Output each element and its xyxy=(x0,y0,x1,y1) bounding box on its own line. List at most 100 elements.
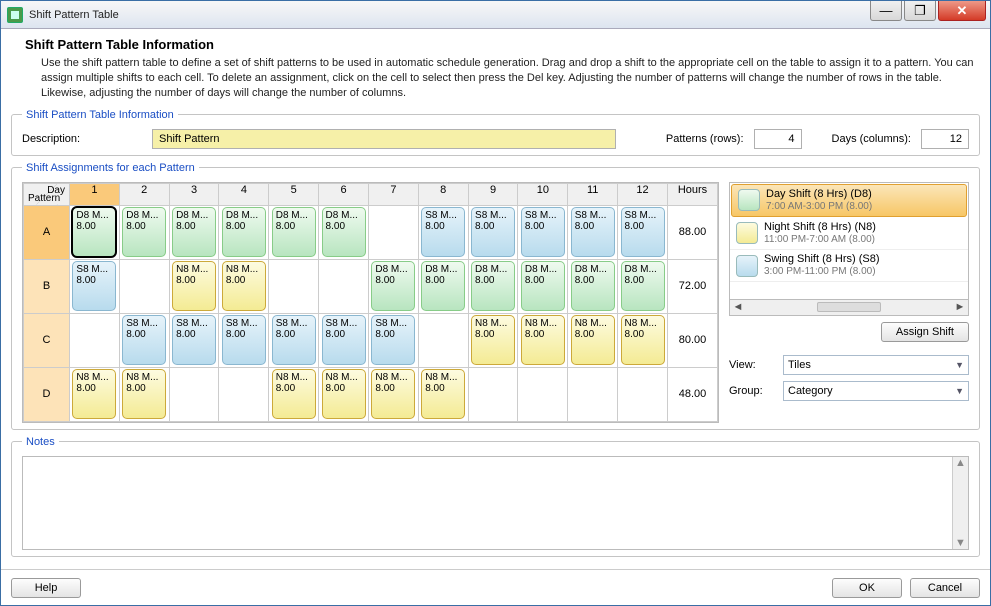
shift-palette[interactable]: Day Shift (8 Hrs) (D8)7:00 AM-3:00 PM (8… xyxy=(729,182,969,300)
grid-cell[interactable]: D8 M...8.00 xyxy=(468,259,518,313)
shift-chip[interactable]: D8 M...8.00 xyxy=(621,261,665,311)
shift-chip[interactable]: S8 M...8.00 xyxy=(122,315,166,365)
grid-cell[interactable]: N8 M...8.00 xyxy=(269,367,319,421)
grid-cell[interactable]: S8 M...8.00 xyxy=(468,205,518,259)
grid-cell[interactable] xyxy=(319,259,369,313)
grid-cell[interactable] xyxy=(169,367,219,421)
day-header[interactable]: 5 xyxy=(269,183,319,205)
group-combo[interactable]: Category ▼ xyxy=(783,381,969,401)
view-combo[interactable]: Tiles ▼ xyxy=(783,355,969,375)
grid-cell[interactable]: N8 M...8.00 xyxy=(418,367,468,421)
maximize-button[interactable]: ❐ xyxy=(904,1,936,21)
shift-chip[interactable]: S8 M...8.00 xyxy=(272,315,316,365)
palette-scrollbar[interactable]: ◄ ► xyxy=(729,300,969,316)
grid-cell[interactable]: S8 M...8.00 xyxy=(219,313,269,367)
ok-button[interactable]: OK xyxy=(832,578,902,598)
titlebar[interactable]: Shift Pattern Table — ❐ ✕ xyxy=(1,1,990,29)
minimize-button[interactable]: — xyxy=(870,1,902,21)
grid-cell[interactable]: N8 M...8.00 xyxy=(70,367,120,421)
grid-cell[interactable] xyxy=(368,205,418,259)
grid-cell[interactable]: S8 M...8.00 xyxy=(169,313,219,367)
shift-chip[interactable]: N8 M...8.00 xyxy=(72,369,116,419)
scroll-thumb[interactable] xyxy=(817,302,880,312)
assign-shift-button[interactable]: Assign Shift xyxy=(881,322,969,342)
day-header[interactable]: 8 xyxy=(418,183,468,205)
day-header[interactable]: 2 xyxy=(119,183,169,205)
scroll-left-icon[interactable]: ◄ xyxy=(730,301,746,313)
grid-cell[interactable]: S8 M...8.00 xyxy=(618,205,668,259)
grid-cell[interactable]: N8 M...8.00 xyxy=(468,313,518,367)
shift-chip[interactable]: S8 M...8.00 xyxy=(471,207,515,257)
grid-cell[interactable]: S8 M...8.00 xyxy=(568,205,618,259)
shift-chip[interactable]: S8 M...8.00 xyxy=(222,315,266,365)
shift-chip[interactable]: D8 M...8.00 xyxy=(322,207,366,257)
grid-cell[interactable]: D8 M...8.00 xyxy=(319,205,369,259)
pattern-header[interactable]: C xyxy=(24,313,70,367)
grid-cell[interactable]: D8 M...8.00 xyxy=(418,259,468,313)
pattern-header[interactable]: B xyxy=(24,259,70,313)
shift-chip[interactable]: D8 M...8.00 xyxy=(421,261,465,311)
shift-chip[interactable]: N8 M...8.00 xyxy=(621,315,665,365)
day-header[interactable]: 7 xyxy=(368,183,418,205)
shift-chip[interactable]: N8 M...8.00 xyxy=(471,315,515,365)
shift-chip[interactable]: S8 M...8.00 xyxy=(621,207,665,257)
grid-cell[interactable] xyxy=(618,367,668,421)
notes-textarea[interactable]: ▲▼ xyxy=(22,456,969,550)
day-header[interactable]: 6 xyxy=(319,183,369,205)
shift-chip[interactable]: D8 M...8.00 xyxy=(272,207,316,257)
grid-cell[interactable]: S8 M...8.00 xyxy=(418,205,468,259)
day-header[interactable]: 1 xyxy=(70,183,120,205)
shift-palette-item[interactable]: Night Shift (8 Hrs) (N8)11:00 PM-7:00 AM… xyxy=(730,218,968,250)
shift-chip[interactable]: D8 M...8.00 xyxy=(122,207,166,257)
shift-chip[interactable]: N8 M...8.00 xyxy=(521,315,565,365)
shift-chip[interactable]: D8 M...8.00 xyxy=(571,261,615,311)
grid-cell[interactable] xyxy=(568,367,618,421)
shift-chip[interactable]: D8 M...8.00 xyxy=(521,261,565,311)
pattern-header[interactable]: D xyxy=(24,367,70,421)
grid-cell[interactable]: S8 M...8.00 xyxy=(518,205,568,259)
shift-chip[interactable]: S8 M...8.00 xyxy=(371,315,415,365)
shift-chip[interactable]: D8 M...8.00 xyxy=(72,207,116,257)
shift-chip[interactable]: N8 M...8.00 xyxy=(172,261,216,311)
grid-cell[interactable]: N8 M...8.00 xyxy=(219,259,269,313)
grid-cell[interactable]: S8 M...8.00 xyxy=(319,313,369,367)
close-button[interactable]: ✕ xyxy=(938,1,986,21)
patterns-input[interactable] xyxy=(754,129,802,149)
day-header[interactable]: 3 xyxy=(169,183,219,205)
grid-cell[interactable]: N8 M...8.00 xyxy=(319,367,369,421)
grid-cell[interactable] xyxy=(518,367,568,421)
help-button[interactable]: Help xyxy=(11,578,81,598)
grid-cell[interactable]: N8 M...8.00 xyxy=(618,313,668,367)
shift-chip[interactable]: D8 M...8.00 xyxy=(222,207,266,257)
grid-cell[interactable]: D8 M...8.00 xyxy=(169,205,219,259)
day-header[interactable]: 12 xyxy=(618,183,668,205)
scroll-right-icon[interactable]: ► xyxy=(952,301,968,313)
grid-cell[interactable] xyxy=(468,367,518,421)
day-header[interactable]: 9 xyxy=(468,183,518,205)
cancel-button[interactable]: Cancel xyxy=(910,578,980,598)
shift-chip[interactable]: N8 M...8.00 xyxy=(571,315,615,365)
shift-chip[interactable]: S8 M...8.00 xyxy=(172,315,216,365)
shift-chip[interactable]: S8 M...8.00 xyxy=(571,207,615,257)
shift-chip[interactable]: N8 M...8.00 xyxy=(122,369,166,419)
shift-chip[interactable]: D8 M...8.00 xyxy=(371,261,415,311)
grid-cell[interactable]: D8 M...8.00 xyxy=(219,205,269,259)
grid-cell[interactable]: S8 M...8.00 xyxy=(119,313,169,367)
grid-cell[interactable]: N8 M...8.00 xyxy=(169,259,219,313)
grid-cell[interactable]: D8 M...8.00 xyxy=(119,205,169,259)
pattern-grid[interactable]: DayPattern123456789101112HoursAD8 M...8.… xyxy=(22,182,719,423)
grid-cell[interactable]: D8 M...8.00 xyxy=(518,259,568,313)
shift-chip[interactable]: N8 M...8.00 xyxy=(371,369,415,419)
grid-cell[interactable] xyxy=(70,313,120,367)
shift-chip[interactable]: S8 M...8.00 xyxy=(322,315,366,365)
day-header[interactable]: 4 xyxy=(219,183,269,205)
grid-cell[interactable]: D8 M...8.00 xyxy=(618,259,668,313)
grid-cell[interactable]: D8 M...8.00 xyxy=(368,259,418,313)
day-header[interactable]: 11 xyxy=(568,183,618,205)
shift-chip[interactable]: S8 M...8.00 xyxy=(421,207,465,257)
grid-cell[interactable] xyxy=(418,313,468,367)
shift-chip[interactable]: S8 M...8.00 xyxy=(72,261,116,311)
grid-cell[interactable]: S8 M...8.00 xyxy=(368,313,418,367)
shift-chip[interactable]: N8 M...8.00 xyxy=(222,261,266,311)
shift-chip[interactable]: D8 M...8.00 xyxy=(471,261,515,311)
